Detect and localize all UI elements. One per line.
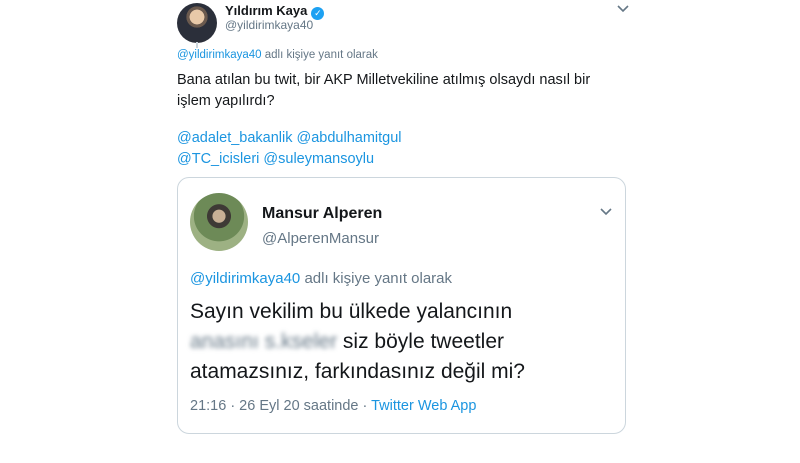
quoted-author-avatar[interactable]	[190, 193, 248, 251]
quoted-text-line: anasını s.kseler siz böyle tweetler	[190, 327, 610, 357]
quoted-tweet-text: Sayın vekilim bu ülkede yalancının anası…	[190, 297, 610, 387]
reply-context-suffix: adlı kişiye yanıt olarak	[264, 49, 378, 61]
quoted-reply-context-suffix: adlı kişiye yanıt olarak	[304, 270, 453, 287]
mention-links-line[interactable]: @TC_icisleri @suleymansoylu	[177, 149, 597, 170]
quoted-author-handle[interactable]: @AlperenMansur	[262, 230, 379, 247]
reply-context: @yildirimkaya40 adlı kişiye yanıt olarak	[177, 49, 378, 61]
tweet-text-line: Bana atılan bu twit, bir AKP Milletvekil…	[177, 72, 591, 88]
author-name-text: Yıldırım Kaya	[225, 3, 308, 18]
mentions: @adalet_bakanlik @abdulhamitgul @TC_icis…	[177, 128, 597, 170]
thread-line	[196, 42, 198, 48]
tweet-text-line: işlem yapılırdı?	[177, 93, 275, 109]
author-avatar[interactable]	[177, 3, 217, 43]
mention-links-line[interactable]: @adalet_bakanlik @abdulhamitgul	[177, 128, 597, 149]
quoted-reply-to-handle-link[interactable]: @yildirimkaya40	[190, 270, 300, 287]
tweet-text: Bana atılan bu twit, bir AKP Milletvekil…	[177, 70, 597, 112]
quoted-timestamp[interactable]: 21:16 · 26 Eyl 20 saatinde ·	[190, 398, 367, 414]
quoted-source-link[interactable]: Twitter Web App	[371, 398, 476, 414]
chevron-down-icon[interactable]	[597, 205, 615, 219]
quoted-author-name[interactable]: Mansur Alperen	[262, 205, 382, 223]
quoted-tweet-meta: 21:16 · 26 Eyl 20 saatinde · Twitter Web…	[190, 398, 476, 414]
quoted-reply-context: @yildirimkaya40 adlı kişiye yanıt olarak	[190, 270, 452, 287]
author-handle[interactable]: @yildirimkaya40	[225, 18, 313, 32]
verified-badge-icon: ✓	[311, 7, 325, 20]
chevron-down-icon[interactable]	[615, 2, 631, 16]
quoted-text-line: Sayın vekilim bu ülkede yalancının	[190, 300, 513, 323]
reply-to-handle-link[interactable]: @yildirimkaya40	[177, 49, 262, 61]
quoted-text-segment: siz böyle tweetler	[342, 330, 504, 353]
quoted-text-line: atamazsınız, farkındasınız değil mi?	[190, 360, 525, 383]
blurred-text: anasını s.kseler	[190, 330, 338, 353]
